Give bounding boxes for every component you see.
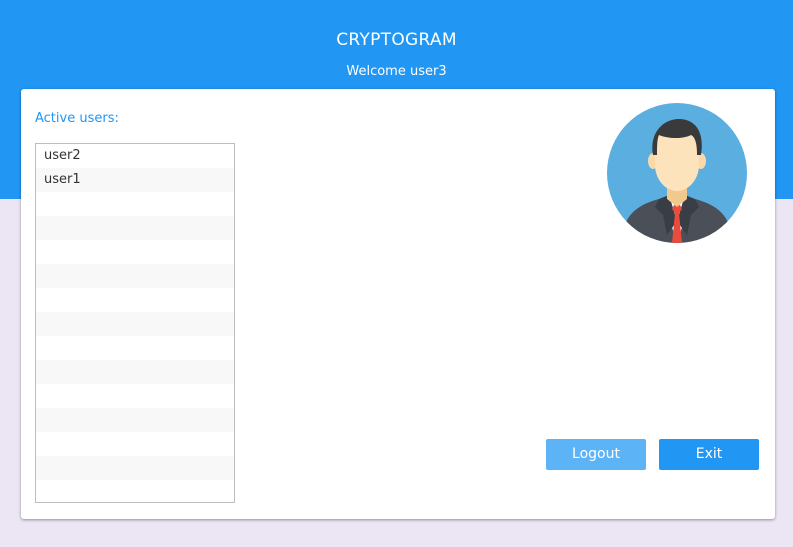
list-empty-row [36,384,234,408]
app-title: CRYPTOGRAM [336,30,457,50]
logout-button[interactable]: Logout [546,439,646,470]
active-users-label: Active users: [35,111,119,126]
list-empty-row [36,456,234,480]
list-empty-row [36,360,234,384]
active-users-list[interactable]: user2 user1 [35,143,235,503]
user-avatar-icon [607,103,747,243]
main-card: Active users: user2 user1 Logout Exit [21,89,775,519]
list-empty-row [36,288,234,312]
welcome-message: Welcome user3 [346,64,447,79]
list-empty-row [36,312,234,336]
list-empty-row [36,192,234,216]
list-empty-row [36,336,234,360]
list-empty-row [36,408,234,432]
list-item[interactable]: user2 [36,144,234,168]
list-empty-row [36,240,234,264]
list-empty-row [36,480,234,502]
exit-button[interactable]: Exit [659,439,759,470]
list-empty-row [36,432,234,456]
list-empty-row [36,264,234,288]
list-empty-row [36,216,234,240]
list-item[interactable]: user1 [36,168,234,192]
